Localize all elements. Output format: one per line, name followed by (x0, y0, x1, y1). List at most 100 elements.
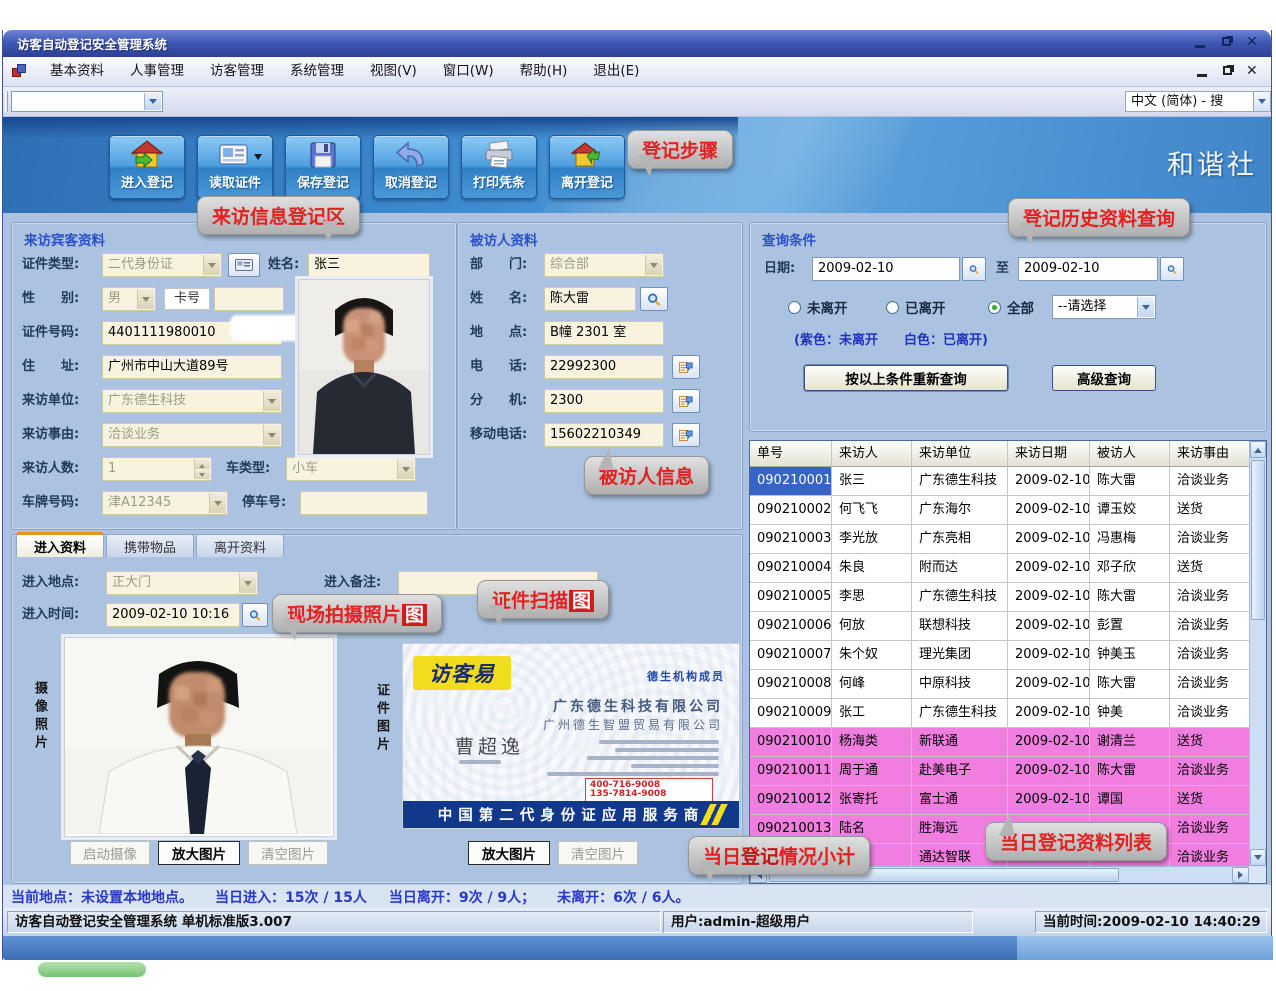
language-selector[interactable]: 中文 (简体) - 搜 (1125, 91, 1271, 112)
mdi-close-button[interactable]: ✕ (1245, 64, 1261, 79)
search-person-button[interactable] (640, 287, 668, 311)
minimize-button[interactable] (1193, 35, 1209, 50)
clear-camera-photo-button[interactable]: 清空图片 (248, 841, 328, 865)
plate-combo[interactable]: 津A12345 (102, 491, 228, 515)
menu-exit[interactable]: 退出(E) (580, 57, 652, 86)
date-to-picker-button[interactable] (1160, 257, 1184, 281)
table-row[interactable]: 090210009张工广东德生科技2009-02-10钟美洽谈业务 (750, 699, 1249, 728)
table-row[interactable]: 090210004朱良附而达2009-02-10邓子欣送货 (750, 554, 1249, 583)
chevron-down-icon[interactable] (144, 93, 161, 110)
col-header-company[interactable]: 来访单位 (912, 441, 1008, 466)
restore-button[interactable] (1219, 35, 1235, 50)
leave-register-button[interactable]: 离开登记 (549, 135, 625, 199)
menu-basic-data[interactable]: 基本资料 (37, 57, 117, 86)
visitor-name-field[interactable]: 张三 (308, 253, 430, 277)
save-register-button[interactable]: 保存登记 (285, 135, 361, 199)
tab-entry-info[interactable]: 进入资料 (16, 532, 104, 557)
gender-combo[interactable]: 男 (102, 287, 156, 311)
scroll-down-button[interactable] (1250, 849, 1266, 866)
table-row[interactable]: 090210003李光放广东亮相2009-02-10冯惠梅洽谈业务 (750, 525, 1249, 554)
chevron-down-icon[interactable] (263, 425, 280, 445)
date-from-picker-button[interactable] (962, 257, 986, 281)
chevron-down-icon[interactable] (209, 493, 226, 513)
menu-help[interactable]: 帮助(H) (507, 57, 581, 86)
table-row[interactable]: 090210002何飞飞广东海尔2009-02-10谭玉姣送货 (750, 496, 1249, 525)
vertical-scrollbar[interactable] (1249, 441, 1266, 866)
read-card-button[interactable]: 读取证件 (197, 135, 273, 199)
menu-system[interactable]: 系统管理 (277, 57, 357, 86)
entry-time-field[interactable]: 2009-02-10 10:16 (106, 603, 240, 627)
dept-combo[interactable]: 综合部 (544, 253, 664, 277)
scroll-up-button[interactable] (1250, 441, 1266, 458)
send-sms-button[interactable] (672, 423, 700, 447)
spinner-arrows-icon[interactable] (194, 459, 210, 479)
mdi-restore-button[interactable] (1220, 64, 1236, 79)
quick-search-combo[interactable] (11, 91, 163, 112)
advanced-query-button[interactable]: 高级查询 (1052, 365, 1156, 391)
mdi-minimize-button[interactable] (1195, 64, 1211, 79)
time-picker-button[interactable] (242, 603, 268, 627)
card-no-field[interactable] (214, 287, 284, 311)
tab-carried-items[interactable]: 携带物品 (106, 534, 194, 557)
close-button[interactable]: ✕ (1245, 35, 1261, 50)
date-from-field[interactable]: 2009-02-10 (812, 257, 960, 281)
chevron-down-icon[interactable] (1137, 297, 1154, 317)
chevron-down-icon[interactable] (1253, 92, 1270, 111)
col-header-id[interactable]: 单号 (750, 441, 832, 466)
car-type-combo[interactable]: 小车 (286, 457, 416, 481)
menu-hr[interactable]: 人事管理 (117, 57, 197, 86)
filter-select[interactable]: --请选择 (1052, 295, 1156, 319)
chevron-down-icon[interactable] (239, 573, 256, 593)
address-field[interactable]: 广州市中山大道89号 (102, 355, 282, 379)
start-camera-button[interactable]: 启动摄像 (70, 841, 150, 865)
table-row-not-left[interactable]: 090210012张寄托富士通2009-02-10谭国送货 (750, 786, 1249, 815)
table-row-not-left[interactable]: 090210011周于通赴美电子2009-02-10陈大雷洽谈业务 (750, 757, 1249, 786)
entry-place-combo[interactable]: 正大门 (106, 571, 258, 595)
clear-id-image-button[interactable]: 清空图片 (558, 841, 638, 865)
cert-type-combo[interactable]: 二代身份证 (102, 253, 222, 277)
table-row[interactable]: 090210005李思广东德生科技2009-02-10陈大雷洽谈业务 (750, 583, 1249, 612)
menu-window[interactable]: 窗口(W) (430, 57, 507, 86)
phone-field[interactable]: 22992300 (544, 355, 664, 379)
tab-leave-info[interactable]: 离开资料 (196, 534, 284, 557)
zoom-camera-photo-button[interactable]: 放大图片 (158, 841, 240, 865)
visit-reason-combo[interactable]: 洽谈业务 (102, 423, 282, 447)
card-no-button[interactable]: 卡号 (164, 288, 210, 310)
table-row[interactable]: 090210001张三广东德生科技2009-02-10陈大雷洽谈业务 (750, 467, 1249, 496)
radio-not-left[interactable]: 未离开 (788, 297, 848, 317)
send-sms-button[interactable] (672, 355, 700, 379)
requery-button[interactable]: 按以上条件重新查询 (804, 365, 1008, 391)
visited-name-field[interactable]: 陈大雷 (544, 287, 636, 311)
enter-register-button[interactable]: 进入登记 (109, 135, 185, 199)
table-row[interactable]: 090210008何峰中原科技2009-02-10陈大雷洽谈业务 (750, 670, 1249, 699)
chevron-down-icon[interactable] (397, 459, 414, 479)
col-header-date[interactable]: 来访日期 (1008, 441, 1090, 466)
table-row-not-left[interactable]: 090210010杨海类新联通2009-02-10谢清兰送货 (750, 728, 1249, 757)
zoom-id-image-button[interactable]: 放大图片 (468, 841, 550, 865)
visitor-count-stepper[interactable]: 1 (102, 457, 212, 481)
vertical-scroll-thumb[interactable] (1251, 460, 1265, 620)
col-header-visitor[interactable]: 来访人 (832, 441, 912, 466)
scroll-right-button[interactable] (1232, 867, 1249, 883)
card-reader-button[interactable] (228, 253, 260, 277)
mobile-field[interactable]: 15602210349 (544, 423, 664, 447)
table-row[interactable]: 090210007朱个奴理光集团2009-02-10钟美玉洽谈业务 (750, 641, 1249, 670)
ext-field[interactable]: 2300 (544, 389, 664, 413)
menu-visitor[interactable]: 访客管理 (197, 57, 277, 86)
radio-all[interactable]: 全部 (988, 297, 1034, 317)
col-header-reason[interactable]: 来访事由 (1170, 441, 1249, 466)
visit-company-combo[interactable]: 广东德生科技 (102, 389, 282, 413)
chevron-down-icon[interactable] (645, 255, 662, 275)
parking-field[interactable] (300, 491, 428, 515)
print-slip-button[interactable]: 打印凭条 (461, 135, 537, 199)
col-header-visited[interactable]: 被访人 (1090, 441, 1170, 466)
menu-view[interactable]: 视图(V) (357, 57, 430, 86)
chevron-down-icon[interactable] (203, 255, 220, 275)
cancel-register-button[interactable]: 取消登记 (373, 135, 449, 199)
chevron-down-icon[interactable] (137, 289, 154, 309)
date-to-field[interactable]: 2009-02-10 (1018, 257, 1158, 281)
table-row[interactable]: 090210006何放联想科技2009-02-10彭置洽谈业务 (750, 612, 1249, 641)
send-sms-button[interactable] (672, 389, 700, 413)
location-field[interactable]: B幢 2301 室 (544, 321, 664, 345)
chevron-down-icon[interactable] (263, 391, 280, 411)
